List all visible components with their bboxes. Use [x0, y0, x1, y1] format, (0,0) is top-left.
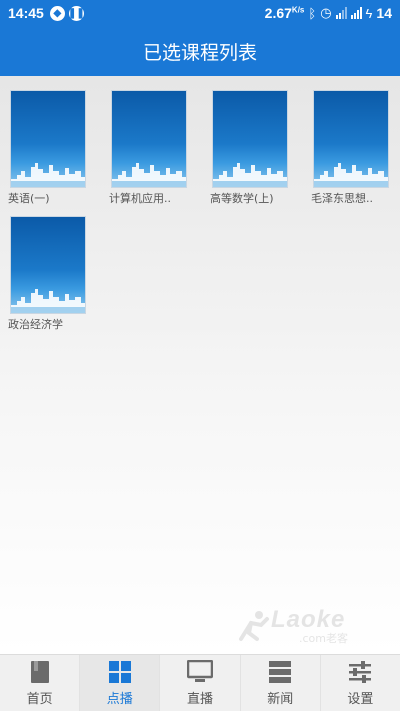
nav-label: 新闻: [267, 691, 294, 707]
nav-vod[interactable]: 点播: [80, 655, 161, 711]
sliders-icon: [349, 660, 372, 683]
laoke-watermark-logo: Laoke .com老客: [237, 606, 348, 646]
charging-icon: ϟ: [365, 5, 373, 21]
battery-level: 14: [376, 5, 392, 21]
course-cover-image: [212, 90, 288, 188]
signal-icon: [350, 7, 362, 19]
header-bar: 已选课程列表: [0, 26, 400, 76]
net-speed-value: 2.67: [264, 5, 292, 21]
course-title: 毛泽东思想..: [311, 192, 373, 205]
net-speed: 2.67K/s: [265, 5, 305, 21]
course-cover-image: [111, 90, 187, 188]
nav-label: 点播: [106, 691, 133, 707]
status-time: 14:45: [8, 5, 44, 21]
skyline-graphic: [314, 163, 388, 187]
page-title: 已选课程列表: [142, 41, 257, 64]
watermark-sub: .com老客: [299, 632, 348, 645]
course-item[interactable]: 政治经济学: [8, 216, 88, 332]
nav-label: 直播: [187, 691, 214, 707]
4g-signal-icon: [335, 7, 347, 19]
pause-icon: ❚❚: [67, 5, 85, 21]
server-list-icon: [269, 660, 292, 683]
status-indicators: 2.67K/s ᛒ ◷ ϟ 14: [265, 5, 392, 21]
course-item[interactable]: 计算机应用..: [109, 90, 189, 206]
nav-settings[interactable]: 设置: [321, 655, 400, 711]
status-bar: 14:45 ◆ ❚❚ 2.67K/s ᛒ ◷ ϟ 14: [0, 0, 400, 26]
nav-live[interactable]: 直播: [160, 655, 241, 711]
runner-logo-icon: [239, 611, 269, 641]
nav-news[interactable]: 新闻: [241, 655, 321, 711]
course-title: 计算机应用..: [109, 192, 171, 205]
skyline-graphic: [213, 163, 287, 187]
course-cover-image: [10, 90, 86, 188]
course-item[interactable]: 英语(一): [8, 90, 88, 206]
course-cover-image: [10, 216, 86, 314]
bottom-navigation: 首页 点播 直播 新闻 设置: [0, 654, 400, 711]
course-item[interactable]: 高等数学(上): [210, 90, 290, 206]
course-title: 政治经济学: [8, 318, 63, 331]
course-item[interactable]: 毛泽东思想..: [311, 90, 391, 206]
nav-home[interactable]: 首页: [0, 655, 81, 711]
net-speed-unit: K/s: [291, 5, 305, 15]
course-title: 高等数学(上): [210, 192, 274, 205]
grid-icon: [108, 660, 131, 683]
skyline-graphic: [11, 163, 85, 187]
skyline-graphic: [11, 289, 85, 313]
course-list: 英语(一) 计算机应用.. 高等数学(上) 毛泽东思想.. 政治经济学 Laok…: [0, 76, 400, 654]
book-icon: [30, 660, 49, 683]
nav-label: 设置: [347, 691, 374, 707]
course-cover-image: [313, 90, 389, 188]
skyline-graphic: [112, 163, 186, 187]
bluetooth-icon: ᛒ: [308, 5, 317, 21]
course-title: 英语(一): [8, 192, 50, 205]
nav-label: 首页: [26, 691, 53, 707]
alarm-icon: ◷: [320, 5, 332, 20]
notification-icon: ◆: [49, 5, 65, 21]
monitor-icon: [187, 659, 213, 682]
